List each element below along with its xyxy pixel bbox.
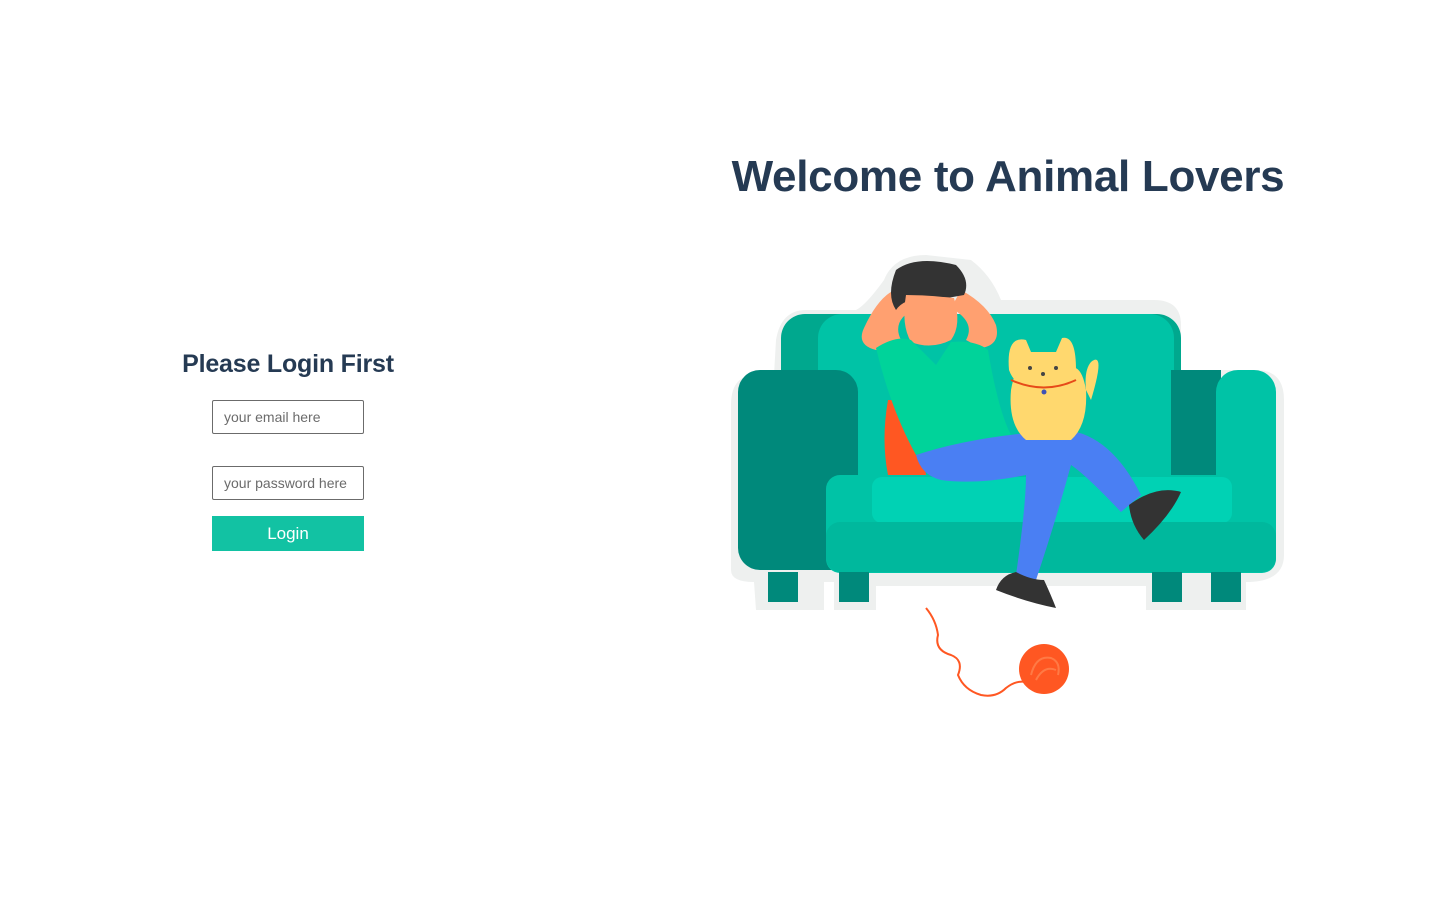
couch-leg (768, 572, 798, 602)
email-field[interactable] (212, 400, 364, 434)
person-face (904, 295, 958, 346)
couch-leg (1152, 572, 1182, 602)
cat-tag (1041, 389, 1047, 395)
hero-title: Welcome to Animal Lovers (731, 152, 1285, 201)
cat-eye (1054, 366, 1058, 370)
login-button[interactable]: Login (212, 516, 364, 551)
yarn-ball (1019, 644, 1069, 694)
couch-leg (1211, 572, 1241, 602)
login-title: Please Login First (182, 350, 394, 378)
couch-leg (839, 572, 869, 602)
person-with-cat-on-couch-illustration (731, 255, 1284, 697)
cat-eye (1028, 366, 1032, 370)
hero-panel: Welcome to Animal Lovers (576, 0, 1440, 900)
login-panel: Please Login First Login (0, 0, 576, 900)
password-field[interactable] (212, 466, 364, 500)
cat-nose (1041, 372, 1045, 376)
login-page: Please Login First Login Welcome to Anim… (0, 0, 1440, 900)
